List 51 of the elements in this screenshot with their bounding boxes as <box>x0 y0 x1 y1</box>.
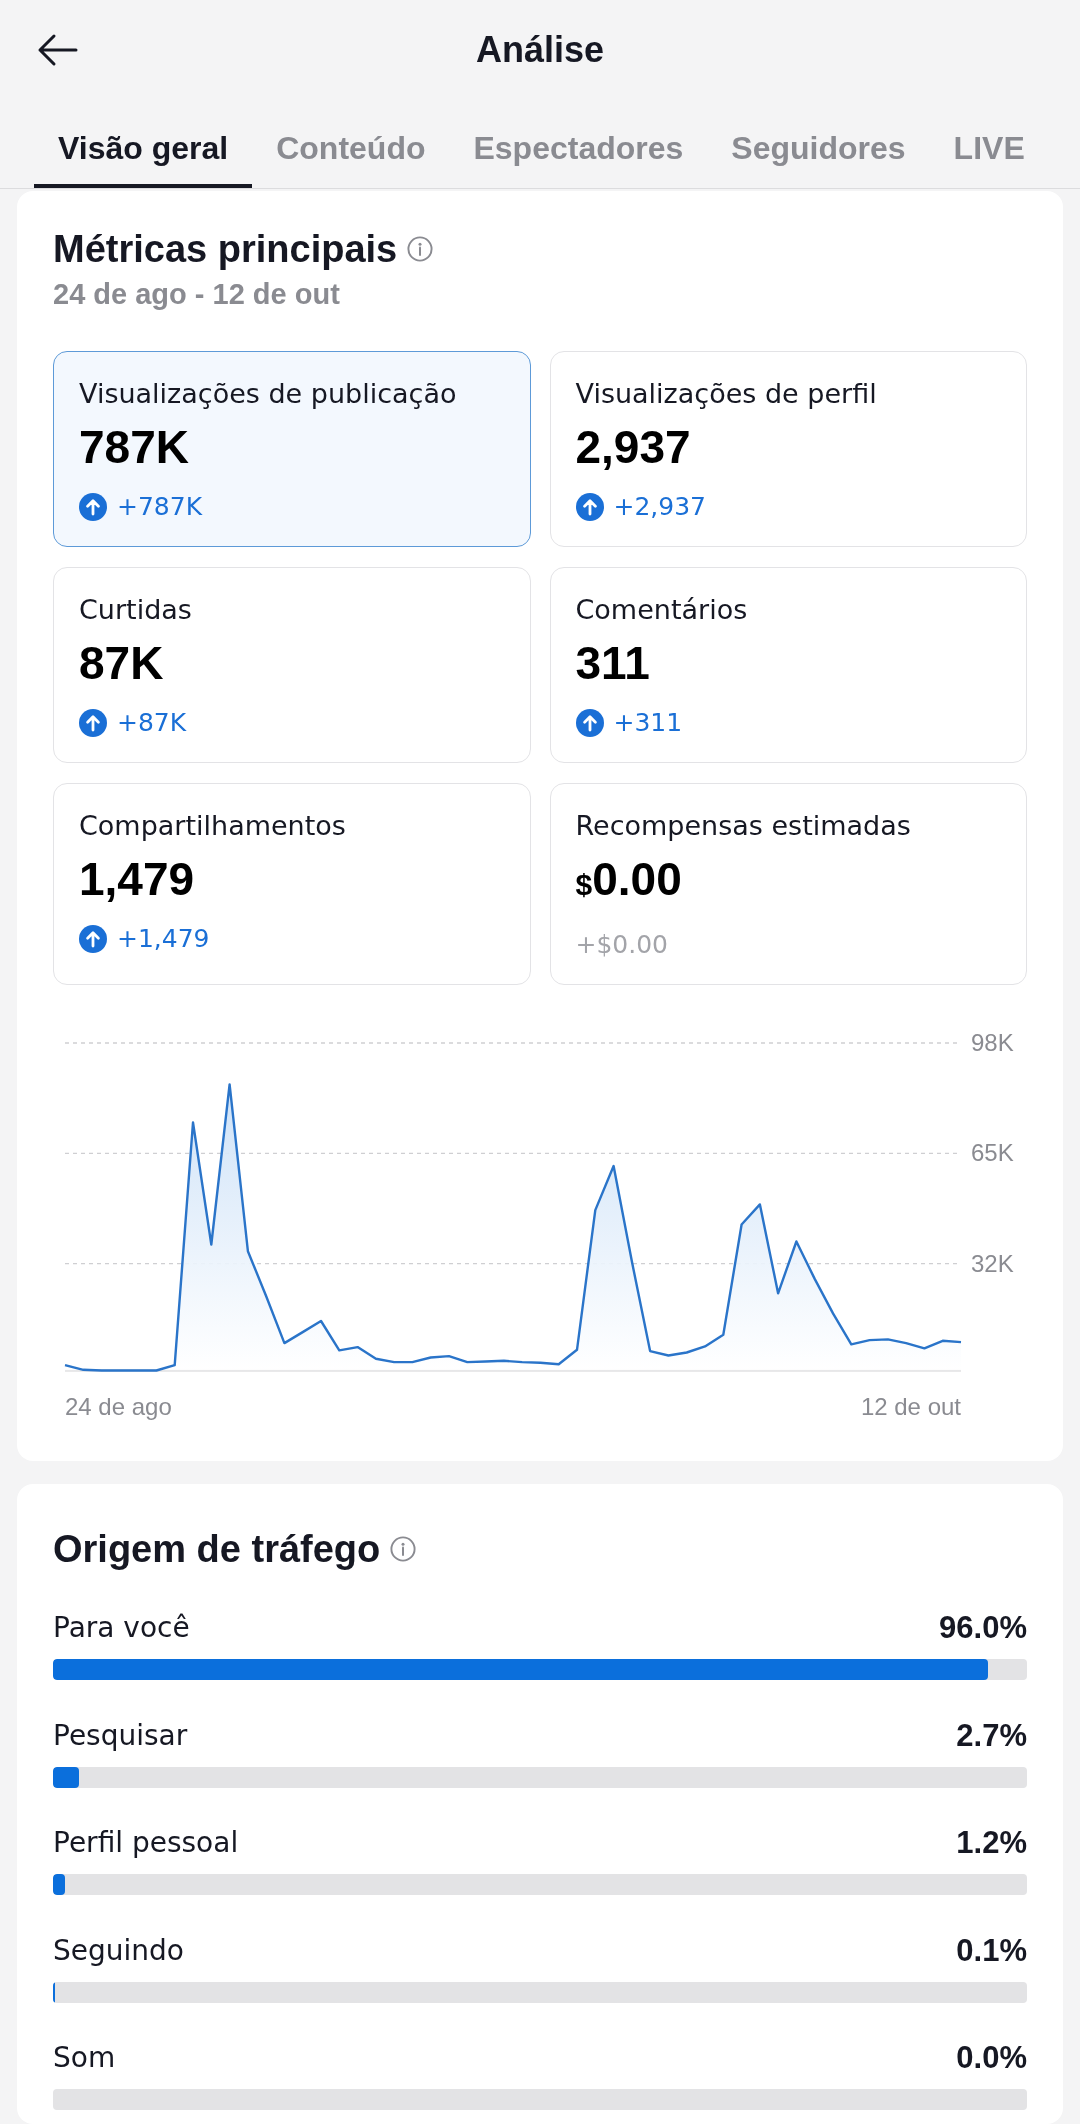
metric-card[interactable]: Visualizações de perfil 2,937 +2,937 <box>549 351 1027 547</box>
metric-card[interactable]: Compartilhamentos 1,479 +1,479 <box>53 783 531 985</box>
metric-change: +311 <box>613 707 683 739</box>
source-label: Perfil pessoal <box>53 1825 239 1861</box>
source-percent: 1.2% <box>956 1825 1027 1861</box>
metric-card[interactable]: Recompensas estimadas $0.00 +$0.00 <box>549 783 1027 985</box>
metric-value: 787K <box>79 420 189 474</box>
metric-change: +2,937 <box>613 491 707 523</box>
metric-card[interactable]: Curtidas 87K +87K <box>53 567 531 763</box>
metric-value: $0.00 <box>575 852 682 907</box>
x-axis-label: 12 de out <box>860 1392 961 1420</box>
info-icon[interactable] <box>407 236 434 262</box>
metric-change: +87K <box>117 707 187 739</box>
metric-card[interactable]: Visualizações de publicação 787K +787K <box>53 351 531 547</box>
arrow-left-icon <box>36 33 78 67</box>
source-percent: 96.0% <box>939 1610 1027 1646</box>
metric-change: +$0.00 <box>575 929 669 961</box>
section-title: Métricas principais <box>53 227 398 272</box>
metric-label: Curtidas <box>79 593 192 627</box>
metric-change: +1,479 <box>117 923 210 955</box>
metric-value: 1,479 <box>79 852 195 906</box>
source-label: Som <box>53 2040 116 2076</box>
arrow-up-circle-icon <box>79 493 107 521</box>
metric-value: 2,937 <box>575 420 691 474</box>
source-percent: 2.7% <box>956 1717 1027 1754</box>
metric-value: 311 <box>575 636 650 690</box>
arrow-up-circle-icon <box>79 709 107 737</box>
source-label: Pesquisar <box>53 1717 188 1754</box>
arrow-up-circle-icon <box>79 925 107 953</box>
section-title: Origem de tráfego <box>53 1527 381 1572</box>
info-icon[interactable] <box>390 1536 417 1562</box>
metric-label: Visualizações de publicação <box>79 377 457 411</box>
y-axis-label: 32K <box>971 1249 1014 1277</box>
metric-value: 87K <box>79 636 164 690</box>
metric-label: Comentários <box>575 593 748 627</box>
metric-card[interactable]: Comentários 311 +311 <box>549 567 1027 763</box>
metric-label: Recompensas estimadas <box>575 809 911 843</box>
source-label: Para você <box>53 1610 190 1646</box>
y-axis-label: 65K <box>971 1139 1014 1167</box>
source-percent: 0.0% <box>956 2040 1027 2076</box>
date-range: 24 de ago - 12 de out <box>53 277 340 312</box>
x-axis-label: 24 de ago <box>65 1392 172 1420</box>
arrow-up-circle-icon <box>575 493 604 521</box>
source-label: Seguindo <box>53 1932 184 1969</box>
metric-label: Visualizações de perfil <box>575 377 877 411</box>
y-axis-label: 98K <box>971 1029 1014 1056</box>
page-title: Análise <box>475 28 605 72</box>
metric-change: +787K <box>117 491 203 523</box>
metric-label: Compartilhamentos <box>79 809 346 843</box>
source-percent: 0.1% <box>956 1932 1027 1969</box>
arrow-up-circle-icon <box>575 709 604 737</box>
